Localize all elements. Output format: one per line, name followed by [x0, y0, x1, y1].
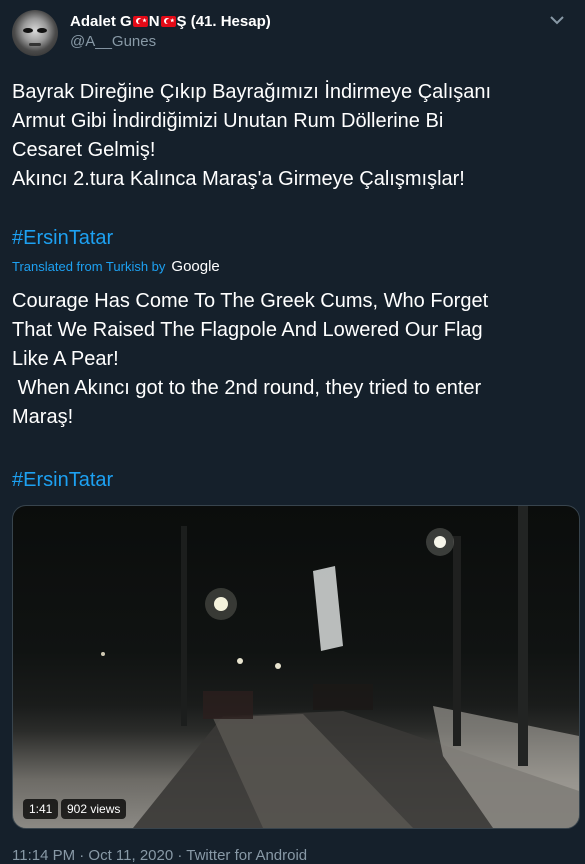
translated-label[interactable]: Translated from Turkish by: [12, 259, 165, 274]
video-frame: [101, 506, 579, 828]
google-logo: Google: [171, 258, 220, 275]
turkish-flag-icon: ★: [132, 16, 148, 27]
translation-attribution: Translated from Turkish by Google: [12, 258, 220, 275]
user-handle[interactable]: @A__Gunes: [70, 33, 271, 50]
video-player[interactable]: 1:41 902 views: [12, 505, 580, 829]
avatar[interactable]: [12, 10, 58, 56]
display-name-part: Ş (41. Hesap): [176, 13, 271, 30]
chevron-down-icon[interactable]: [548, 14, 566, 26]
avatar-mouth: [29, 43, 41, 46]
hashtag-link[interactable]: #ErsinTatar: [12, 227, 113, 250]
display-name-part: N: [148, 13, 160, 30]
display-name[interactable]: Adalet G ★ N ★ Ş (41. Hesap): [70, 13, 271, 30]
hashtag-link[interactable]: #ErsinTatar: [12, 469, 113, 492]
tweet-header: Adalet G ★ N ★ Ş (41. Hesap) @A__Gunes: [12, 8, 572, 58]
tweet-meta[interactable]: 11:14 PM · Oct 11, 2020 · Twitter for An…: [12, 847, 307, 864]
display-name-part: Adalet G: [70, 13, 132, 30]
avatar-eye: [37, 28, 47, 33]
translated-text: Courage Has Come To The Greek Cums, Who …: [12, 290, 489, 428]
video-views-badge: 902 views: [61, 799, 127, 819]
video-duration-badge: 1:41: [23, 799, 59, 819]
avatar-eye: [23, 28, 33, 33]
user-names: Adalet G ★ N ★ Ş (41. Hesap) @A__Gunes: [70, 13, 271, 50]
tweet-text: Bayrak Direğine Çıkıp Bayrağımızı İndirm…: [12, 81, 492, 190]
turkish-flag-icon: ★: [160, 16, 176, 27]
